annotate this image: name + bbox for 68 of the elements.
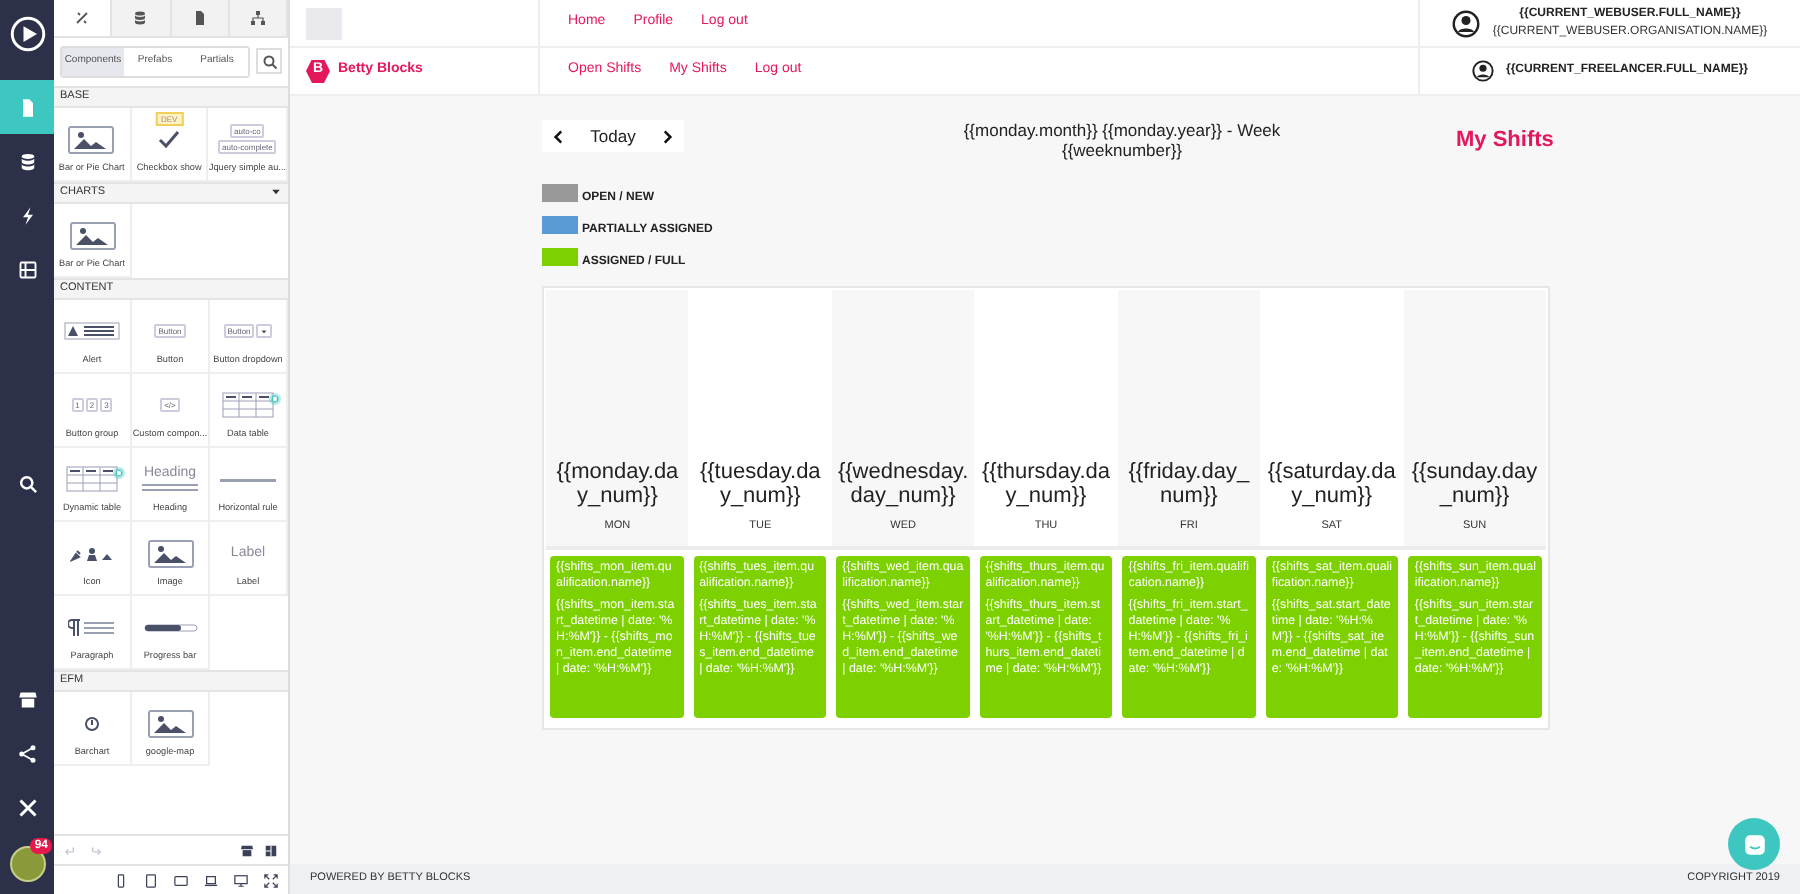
marker-icon <box>268 391 282 406</box>
layout-icon <box>264 843 278 857</box>
alert-preview-drawing <box>64 322 120 341</box>
marker-icon <box>112 465 126 480</box>
store-icon <box>240 843 254 857</box>
progress-preview-drawing <box>143 623 197 632</box>
laptop-icon <box>204 873 218 887</box>
redo-icon <box>88 843 102 857</box>
database-tab[interactable] <box>112 0 171 36</box>
laptop-view-button[interactable] <box>204 873 218 887</box>
desktop-icon <box>234 873 248 887</box>
fullscreen-icon <box>264 873 278 887</box>
tablet-view-button[interactable] <box>144 873 158 887</box>
week-title: {{monday.month}} {{monday.year}} - Week {{weeknumber}} <box>961 120 1283 160</box>
page-icon <box>191 10 208 26</box>
previous-button[interactable] <box>550 127 568 145</box>
user-icon <box>1471 60 1494 82</box>
phone-view-button[interactable] <box>114 873 128 887</box>
page-icon <box>17 97 37 117</box>
tablet-icon <box>144 873 158 887</box>
icons-preview-drawing <box>70 545 114 562</box>
text-lines-drawing <box>141 484 198 493</box>
search-button[interactable] <box>256 48 282 75</box>
search-icon <box>261 53 277 70</box>
page-tab[interactable] <box>171 0 230 36</box>
caret-icon <box>270 186 282 198</box>
paragraph-preview-drawing <box>68 617 116 638</box>
image-preview-drawing <box>69 221 115 250</box>
image-preview-drawing <box>147 709 193 738</box>
chevron-right-icon <box>658 127 676 145</box>
list-icon <box>17 259 37 279</box>
database-icon <box>132 10 149 26</box>
clock-preview-drawing <box>84 715 100 732</box>
chat-icon <box>1741 831 1767 857</box>
day-number: {{wednesday.day_num}} <box>837 459 969 508</box>
user-icon <box>1452 9 1481 37</box>
store-button[interactable] <box>240 843 254 857</box>
day-number: {{tuesday.day_num}} <box>697 459 823 508</box>
caret-icon <box>260 327 269 336</box>
layout-button[interactable] <box>264 843 278 857</box>
next-button[interactable] <box>658 127 676 145</box>
day-number: {{sunday.day_num}} <box>1409 459 1540 508</box>
day-number: {{thursday.day_num}} <box>980 459 1112 508</box>
table-preview-drawing <box>66 466 118 493</box>
desktop-view-button[interactable] <box>234 873 248 887</box>
phone-icon <box>114 873 128 887</box>
chevron-left-icon <box>550 127 568 145</box>
play-icon <box>9 16 45 52</box>
page-title: My Shifts <box>1456 126 1554 156</box>
database-icon <box>17 151 37 171</box>
day-number: {{friday.day_num}} <box>1126 459 1252 508</box>
avatar[interactable] <box>9 846 45 882</box>
store-icon <box>17 689 37 709</box>
sitemap-tab[interactable] <box>229 0 288 36</box>
tablet-landscape-icon <box>174 873 188 887</box>
share-icon <box>17 743 37 763</box>
fullscreen-view-button[interactable] <box>264 873 278 887</box>
search-icon <box>17 474 37 494</box>
rule-preview-drawing <box>220 473 276 486</box>
sitemap-icon <box>249 10 266 26</box>
undo-icon <box>64 843 78 857</box>
tablet-landscape-view-button[interactable] <box>174 873 188 887</box>
day-number: {{monday.day_num}} <box>554 459 681 508</box>
table-preview-drawing <box>222 392 274 419</box>
image-preview-drawing <box>68 125 115 154</box>
day-number: {{saturday.day_num}} <box>1266 459 1398 508</box>
check-preview-drawing <box>156 127 183 152</box>
image-preview-drawing <box>147 539 193 568</box>
